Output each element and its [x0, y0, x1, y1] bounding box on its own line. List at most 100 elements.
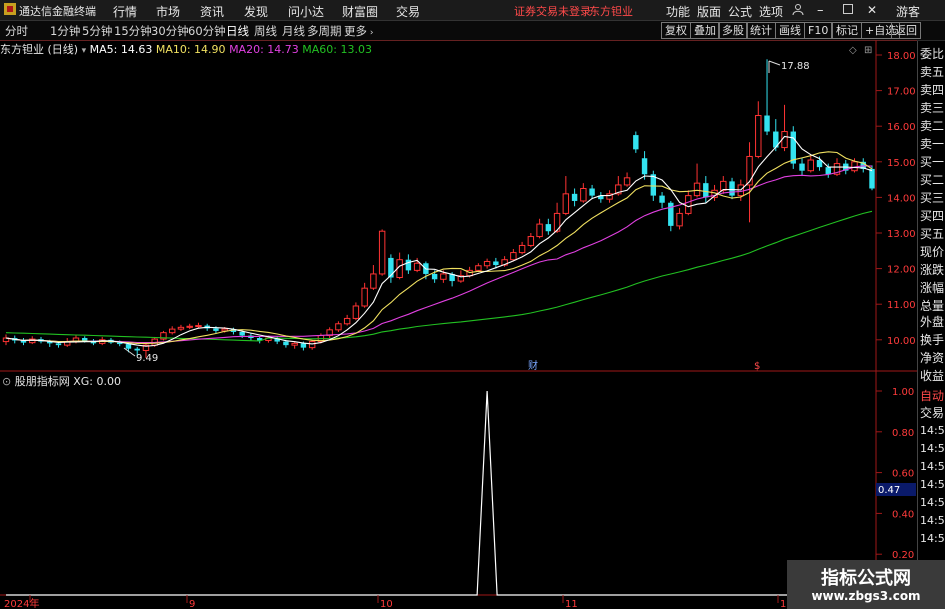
statistics-button[interactable]: 统计	[746, 22, 776, 39]
maximize-icon[interactable]	[843, 3, 853, 17]
panel-buy5[interactable]: 买五	[920, 225, 944, 242]
f10-button[interactable]: F10	[804, 22, 833, 39]
minimize-icon[interactable]: –	[817, 3, 824, 18]
candle-body-up	[562, 193, 570, 214]
price-axis-ticks: 18.00 17.00 16.00 15.00 14.00 13.00 12.00 11.00…	[876, 51, 916, 347]
candle-body-up	[536, 223, 543, 238]
menu-item-jiaoyi[interactable]: 交易	[396, 3, 420, 20]
multi-stock-button[interactable]: 多股	[718, 22, 748, 39]
candle-body-up	[720, 180, 727, 191]
menu-item-zixun[interactable]: 资讯	[200, 3, 224, 20]
panel-sell2[interactable]: 卖二	[920, 117, 944, 134]
kline-chart-area[interactable]: 18.00 17.00 16.00 15.00 14.00 13.00 12.00 11.00…	[0, 40, 945, 609]
guest-label[interactable]: 游客	[896, 3, 920, 20]
panel-buy3[interactable]: 买三	[920, 189, 944, 206]
menu-item-gongshi[interactable]: 公式	[728, 3, 752, 20]
tab-fenshi[interactable]: 分时	[5, 23, 28, 39]
tab-30min[interactable]: 30分钟	[151, 23, 189, 39]
candle-body-up	[623, 177, 631, 186]
panel-buy2[interactable]: 买二	[920, 171, 944, 188]
indicator-tick-label: 0.60	[892, 469, 914, 480]
tab-monthly[interactable]: 月线	[282, 23, 305, 39]
tab-daily[interactable]: 日线	[226, 23, 249, 39]
panel-turnover[interactable]: 换手	[920, 331, 944, 348]
panel-sell1[interactable]: 卖一	[920, 135, 944, 152]
candle-body-up	[195, 325, 202, 328]
tab-weekly[interactable]: 周线	[254, 23, 277, 39]
candle-body-down	[764, 115, 770, 132]
overlay-button[interactable]: 叠加	[690, 22, 720, 39]
watermark-title: 指标公式网	[821, 568, 911, 589]
fuquan-button[interactable]: 复权	[661, 22, 691, 39]
user-icon[interactable]	[792, 3, 804, 18]
menu-item-caifuquan[interactable]: 财富圈	[342, 3, 378, 20]
tab-1min[interactable]: 1分钟	[50, 23, 80, 39]
diamond-icon[interactable]: ◇	[849, 45, 857, 56]
menu-item-xuanxiang[interactable]: 选项	[759, 3, 783, 20]
candle-body-up	[335, 323, 342, 331]
close-icon[interactable]: ✕	[867, 3, 877, 17]
high-price-annotation: 17.88	[768, 60, 810, 73]
panel-net-assets[interactable]: 净资	[920, 349, 944, 366]
candle-body-up	[308, 341, 316, 349]
panel-auto[interactable]: 自动	[920, 387, 944, 404]
candle-body-up	[370, 273, 377, 289]
panel-outer[interactable]: 外盘	[920, 313, 944, 330]
candle-body-down	[405, 259, 412, 271]
indicator-title[interactable]: 股朋指标网	[15, 375, 70, 388]
panel-sell4[interactable]: 卖四	[920, 81, 944, 98]
tab-more-label: 更多	[344, 24, 367, 38]
panel-earnings[interactable]: 收益	[920, 367, 944, 384]
chevron-down-icon[interactable]: ▾	[82, 46, 87, 56]
site-watermark: 指标公式网 www.zbgs3.com	[787, 560, 945, 609]
panel-trade[interactable]: 交易	[920, 404, 944, 421]
tab-more[interactable]: 更多 ›	[344, 23, 373, 39]
candle-body-down	[668, 202, 674, 226]
tick-time: 14:56	[920, 442, 945, 455]
panel-weibi[interactable]: 委比	[920, 45, 944, 62]
candle-body-down	[283, 341, 289, 346]
ma-info-line: 东方钽业 (日线) ▾ MA5: 14.63 MA10: 14.90 MA20:…	[0, 41, 372, 56]
indicator-settings-icon[interactable]: ⊙	[2, 375, 11, 388]
menu-item-banmian[interactable]: 版面	[697, 3, 721, 20]
panel-buy4[interactable]: 买四	[920, 207, 944, 224]
high-price-label: 17.88	[781, 61, 810, 72]
dividend-marker[interactable]: $	[754, 361, 760, 372]
panel-change-pct[interactable]: 涨幅	[920, 279, 944, 296]
panel-sell5[interactable]: 卖五	[920, 63, 944, 80]
panel-buy1[interactable]: 买一	[920, 153, 944, 170]
panel-volume[interactable]: 总量	[920, 297, 944, 314]
draw-line-button[interactable]: 画线	[775, 22, 805, 39]
price-tick-label: 18.00	[887, 51, 916, 62]
menu-item-faxian[interactable]: 发现	[244, 3, 268, 20]
candle-body-up	[755, 115, 762, 157]
candle-body-up	[291, 342, 298, 346]
menu-item-shichang[interactable]: 市场	[156, 3, 180, 20]
candle-body-down	[790, 131, 796, 164]
stock-title[interactable]: 东方钽业 (日线)	[0, 43, 78, 56]
menu-item-gongneng[interactable]: 功能	[666, 3, 690, 20]
login-status[interactable]: 证券交易未登录	[514, 3, 591, 19]
candle-body-up	[475, 265, 482, 271]
finance-marker[interactable]: 财	[528, 359, 538, 372]
tab-multi-period[interactable]: 多周期	[307, 23, 342, 39]
panel-price[interactable]: 现价	[920, 243, 944, 260]
menu-item-wenxiaoda[interactable]: 问小达	[288, 3, 324, 20]
menu-item-hangqing[interactable]: 行情	[113, 3, 137, 20]
x-tick-label: 9	[189, 599, 195, 609]
back-button[interactable]: 返回	[891, 22, 921, 39]
indicator-info-line: ⊙ 股朋指标网 XG: 0.00	[2, 373, 121, 389]
candle-body-down	[869, 168, 875, 189]
panel-change[interactable]: 涨跌	[920, 261, 944, 278]
tab-60min[interactable]: 60分钟	[188, 23, 226, 39]
tab-15min[interactable]: 15分钟	[114, 23, 152, 39]
settings-icon[interactable]: ⊞	[864, 45, 872, 56]
indicator-series	[6, 390, 872, 596]
x-tick-label: 10	[380, 599, 393, 609]
tab-5min[interactable]: 5分钟	[82, 23, 112, 39]
mark-button[interactable]: 标记	[832, 22, 862, 39]
chevron-right-icon: ›	[367, 28, 374, 38]
panel-sell3[interactable]: 卖三	[920, 99, 944, 116]
cursor-value: 0.47	[878, 485, 900, 496]
candle-body-down	[641, 158, 648, 175]
